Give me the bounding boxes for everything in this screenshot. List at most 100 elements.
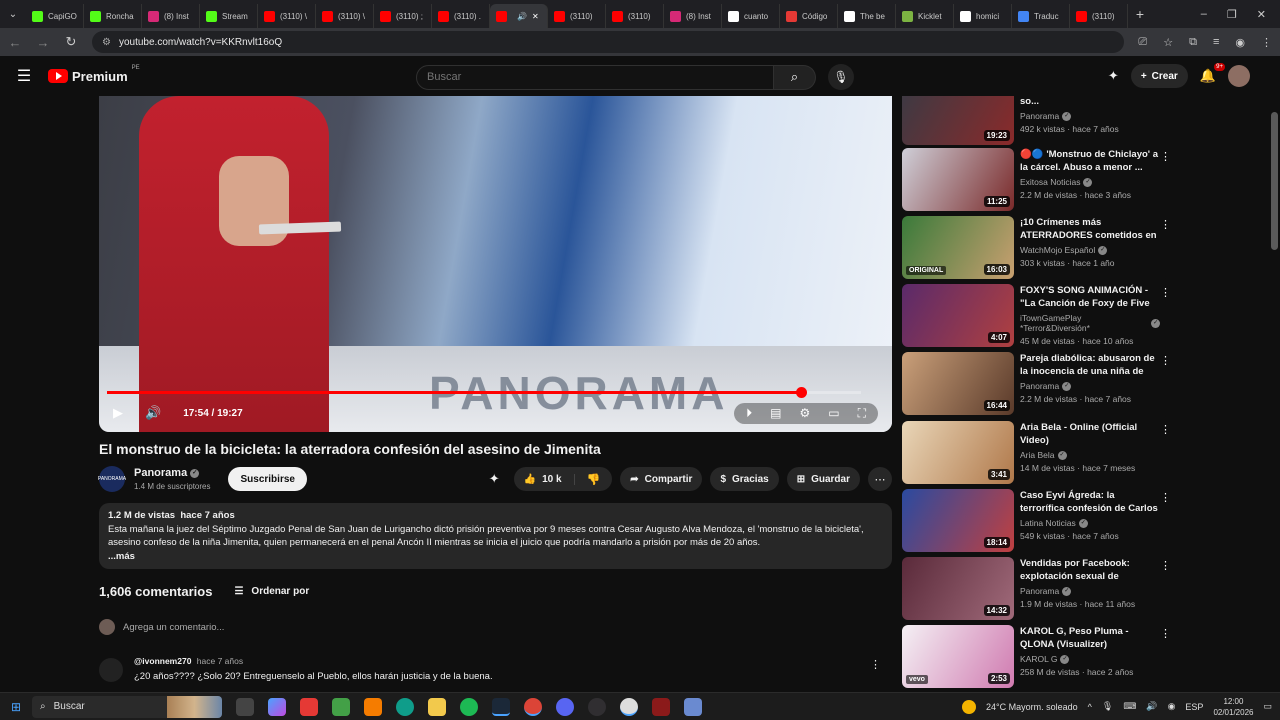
thanks-button[interactable]: $ Gracias [710,467,779,491]
share-button[interactable]: ➦ Compartir [620,467,703,491]
file-explorer-icon[interactable] [428,697,446,716]
rec-channel[interactable]: KAROL G [1020,654,1057,664]
mic-tray-icon[interactable]: 🎙 [1102,701,1113,712]
premium-bolt-icon[interactable]: ✦ [489,471,500,487]
reload-icon[interactable]: ↻ [64,34,78,50]
recommended-video[interactable]: ORIGINAL 16:03 ¡10 Crímenes más ATERRADO… [902,216,1272,279]
fullscreen-icon[interactable]: ⛶ [858,406,866,421]
video-title-link[interactable]: Aria Bela - Online (Official Video) [1020,421,1160,447]
extensions-icon[interactable]: ⧉ [1189,36,1197,49]
app-green-icon[interactable] [332,697,350,716]
rec-channel[interactable]: Exitosa Noticias [1020,177,1080,187]
app-paint-icon[interactable] [684,697,702,716]
close-window-icon[interactable]: ✕ [1257,8,1266,21]
browser-tab[interactable]: (3110) [1070,4,1128,28]
channel-name[interactable]: Panorama [134,467,187,479]
browser-tab[interactable]: Stream [200,4,258,28]
recommended-video[interactable]: 4:07 FOXY'S SONG ANIMACIÓN - "La Canción… [902,284,1272,347]
video-title-link[interactable]: Caso Eyvi Ágreda: la terrorífica confesi… [1020,489,1160,515]
browser-tab[interactable]: homici [954,4,1012,28]
progress-bar[interactable] [107,387,861,398]
restore-icon[interactable]: ❐ [1227,8,1237,21]
clock[interactable]: 12:00 02/01/2026 [1213,696,1253,718]
browser-menu-icon[interactable]: ⋮ [1261,36,1272,49]
save-button[interactable]: ⊞ Guardar [786,467,860,491]
weather-icon[interactable] [962,699,977,714]
app-red-icon[interactable] [300,697,318,716]
comment-time[interactable]: hace 7 años [197,656,243,666]
like-button[interactable]: 👍 10 k [514,473,575,485]
browser-tab[interactable]: (3110) [606,4,664,28]
recommended-video[interactable]: vevo 2:53 KAROL G, Peso Pluma - QLONA (V… [902,625,1272,688]
speaker-icon[interactable]: 🔊 [1146,701,1157,712]
comment-avatar[interactable] [99,658,123,682]
app-darkred-icon[interactable] [652,697,670,716]
rec-channel[interactable]: Latina Noticias [1020,518,1076,528]
video-menu-icon[interactable]: ⋮ [1160,150,1171,163]
obs-icon[interactable] [588,697,606,716]
browser-tab[interactable]: (8) Inst [142,4,200,28]
video-title-link[interactable]: KAROL G, Peso Pluma - QLONA (Visualizer) [1020,625,1160,651]
notifications-button[interactable]: 🔔 9+ [1200,63,1225,84]
copilot-icon[interactable] [268,697,286,716]
profile-icon[interactable]: ◉ [1235,36,1245,49]
bookmark-star-icon[interactable]: ☆ [1163,36,1173,49]
add-comment-placeholder[interactable]: Agrega un comentario... [123,622,224,633]
video-thumbnail[interactable]: 3:41 [902,421,1014,484]
voice-search-button[interactable]: 🎙 [828,64,854,90]
progress-scrubber[interactable] [795,387,807,398]
address-bar[interactable]: ⚙ youtube.com/watch?v=KKRnvlt16oQ [92,31,1125,53]
discord-icon[interactable] [556,697,574,716]
play-icon[interactable]: ▶ [113,405,123,421]
chrome-icon[interactable] [524,697,542,716]
rec-channel[interactable]: Panorama [1020,111,1059,121]
video-thumbnail[interactable]: 14:32 [902,557,1014,620]
premium-extra-icon[interactable]: ✦ [1108,68,1119,84]
tab-close-icon[interactable]: ✕ [532,12,539,21]
video-thumbnail[interactable]: vevo 2:53 [902,625,1014,688]
taskbar-search[interactable]: ⌕ Buscar [32,695,222,718]
recommended-video[interactable]: 14:32 Vendidas por Facebook: explotación… [902,557,1272,620]
back-icon[interactable]: ← [8,35,22,50]
dislike-button[interactable]: 👎 [575,473,613,486]
video-title-link[interactable]: Pareja diabólica: abusaron de la inocenc… [1020,352,1160,378]
rec-channel[interactable]: iTownGamePlay *Terror&Diversión* [1020,313,1148,333]
video-thumbnail[interactable]: 16:44 [902,352,1014,415]
forward-icon[interactable]: → [36,35,50,50]
autoplay-toggle-icon[interactable]: ⏵ [746,406,752,421]
sort-button[interactable]: ☰ Ordenar por [234,586,309,597]
app-orange-icon[interactable] [364,697,382,716]
video-thumbnail[interactable]: 19:23 [902,96,1014,145]
video-player[interactable]: PANORAMA ▶ 🔊 17:54 / 19:27 ⏵ ▤ ⚙ ▭ ⛶ [99,96,892,432]
menu-icon[interactable]: ☰ [0,66,48,86]
subscribe-button[interactable]: Suscribirse [228,467,307,491]
rec-channel[interactable]: WatchMojo Español [1020,245,1095,255]
description-box[interactable]: 1.2 M de vistas hace 7 años Esta mañana … [99,503,892,569]
cast-icon[interactable]: ⎚ [1138,36,1147,49]
video-menu-icon[interactable]: ⋮ [1160,559,1171,572]
new-tab-button[interactable]: + [1128,6,1152,22]
video-menu-icon[interactable]: ⋮ [1160,96,1171,97]
video-title-link[interactable]: 🔴🔵 'Monstruo de Chiclayo' a la cárcel. A… [1020,148,1160,174]
spotify-icon[interactable] [460,697,478,716]
browser-tab[interactable]: (3110) [548,4,606,28]
notification-center-icon[interactable]: ▭ [1263,701,1272,712]
network-icon[interactable]: ⌨ [1123,701,1136,712]
edge-icon[interactable] [396,697,414,716]
tab-search-icon[interactable]: ⌄ [0,0,26,28]
video-menu-icon[interactable]: ⋮ [1160,218,1171,231]
browser-tab[interactable]: Kicklet [896,4,954,28]
description-more[interactable]: ...más [108,550,883,564]
browser-tab[interactable]: (3110) \ [258,4,316,28]
video-menu-icon[interactable]: ⋮ [1160,423,1171,436]
recommended-video[interactable]: 18:14 Caso Eyvi Ágreda: la terrorífica c… [902,489,1272,552]
video-menu-icon[interactable]: ⋮ [1160,286,1171,299]
volume-icon[interactable]: 🔊 [145,405,161,421]
theater-mode-icon[interactable]: ▭ [828,406,839,420]
create-button[interactable]: + Crear [1130,64,1188,88]
video-menu-icon[interactable]: ⋮ [1160,354,1171,367]
task-view-icon[interactable] [236,697,254,716]
recommended-video[interactable]: 11:25 🔴🔵 'Monstruo de Chiclayo' a la cár… [902,148,1272,211]
youtube-logo[interactable]: Premium PE [48,65,140,84]
rec-channel[interactable]: Panorama [1020,381,1059,391]
